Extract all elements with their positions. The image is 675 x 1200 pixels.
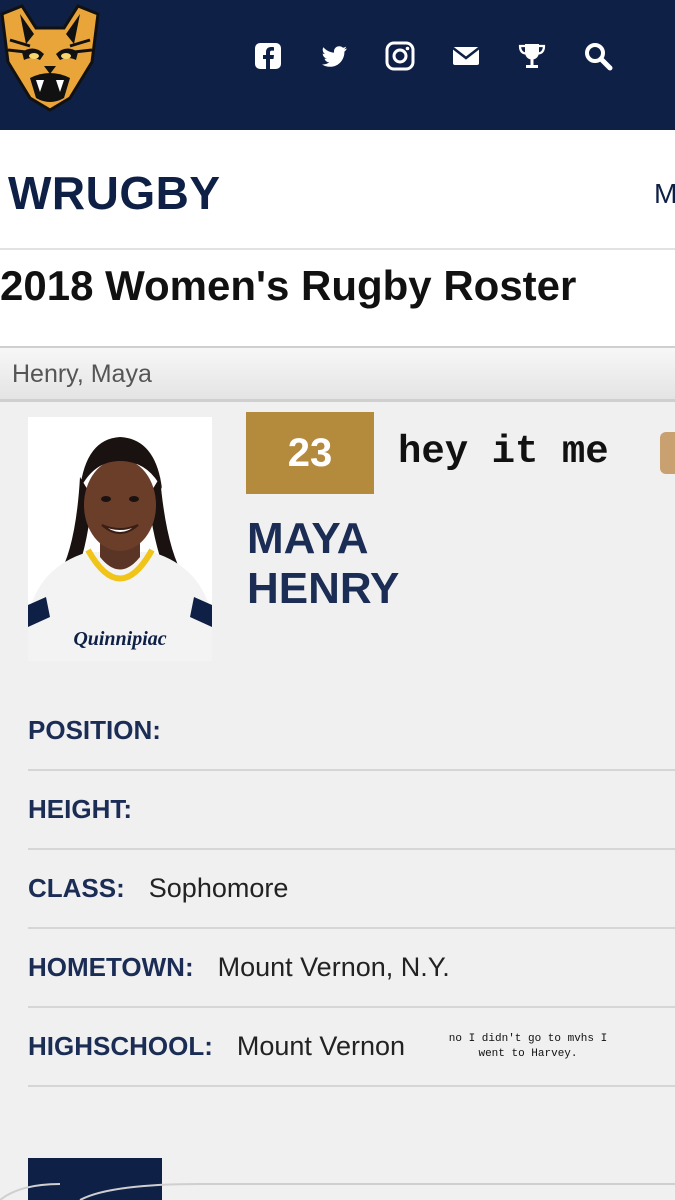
player-profile: Quinnipiac 23 hey it me MAYA HENRY POSIT… bbox=[0, 402, 675, 1200]
hometown-label: HOMETOWN: bbox=[28, 952, 194, 982]
class-label: CLASS: bbox=[28, 873, 125, 903]
page-title-bar: 2018 Women's Rugby Roster bbox=[0, 250, 675, 348]
top-nav-bar bbox=[0, 0, 675, 130]
page-title: 2018 Women's Rugby Roster bbox=[0, 262, 577, 309]
player-last-name: HENRY bbox=[247, 564, 400, 613]
info-row-highschool: HIGHSCHOOL: Mount Vernon no I didn't go … bbox=[28, 1008, 675, 1087]
position-label: POSITION: bbox=[28, 715, 161, 745]
highschool-label: HIGHSCHOOL: bbox=[28, 1031, 213, 1061]
story-note-line2: went to Harvey. bbox=[478, 1048, 578, 1060]
player-first-name: MAYA bbox=[247, 514, 369, 563]
class-value: Sophomore bbox=[148, 873, 289, 903]
info-row-hometown: HOMETOWN: Mount Vernon, N.Y. bbox=[28, 929, 675, 1008]
jersey-number-badge: 23 bbox=[246, 412, 374, 494]
section-menu-truncated[interactable]: M bbox=[654, 178, 675, 210]
height-label: HEIGHT: bbox=[28, 794, 132, 824]
breadcrumb: Henry, Maya bbox=[0, 348, 675, 402]
facebook-icon[interactable] bbox=[235, 34, 301, 78]
story-caption: hey it me bbox=[398, 430, 609, 474]
bottom-scroll-edge bbox=[0, 1183, 675, 1200]
jersey-text: Quinnipiac bbox=[73, 628, 166, 650]
breadcrumb-label: Henry, Maya bbox=[12, 360, 152, 388]
emoji-fragment-icon bbox=[660, 432, 675, 474]
instagram-icon[interactable] bbox=[367, 34, 433, 78]
info-row-position: POSITION: bbox=[28, 692, 675, 771]
section-header: WRUGBY M bbox=[0, 130, 675, 250]
info-row-class: CLASS: Sophomore bbox=[28, 850, 675, 929]
hometown-value: Mount Vernon, N.Y. bbox=[217, 952, 450, 982]
section-title[interactable]: WRUGBY bbox=[8, 166, 221, 220]
story-note: no I didn't go to mvhs I went to Harvey. bbox=[428, 1032, 628, 1062]
mail-icon[interactable] bbox=[433, 34, 499, 78]
player-name: MAYA HENRY bbox=[247, 514, 399, 614]
player-info-table: POSITION: HEIGHT: CLASS: Sophomore HOMET… bbox=[28, 692, 675, 1087]
bobcat-logo[interactable] bbox=[0, 0, 100, 120]
highschool-value: Mount Vernon bbox=[236, 1031, 406, 1061]
player-photo: Quinnipiac bbox=[28, 417, 212, 661]
story-note-line1: no I didn't go to mvhs I bbox=[448, 1033, 608, 1045]
trophy-icon[interactable] bbox=[499, 34, 565, 78]
info-row-height: HEIGHT: bbox=[28, 771, 675, 850]
search-icon[interactable] bbox=[565, 34, 631, 78]
social-icons bbox=[235, 34, 631, 78]
twitter-icon[interactable] bbox=[301, 34, 367, 78]
